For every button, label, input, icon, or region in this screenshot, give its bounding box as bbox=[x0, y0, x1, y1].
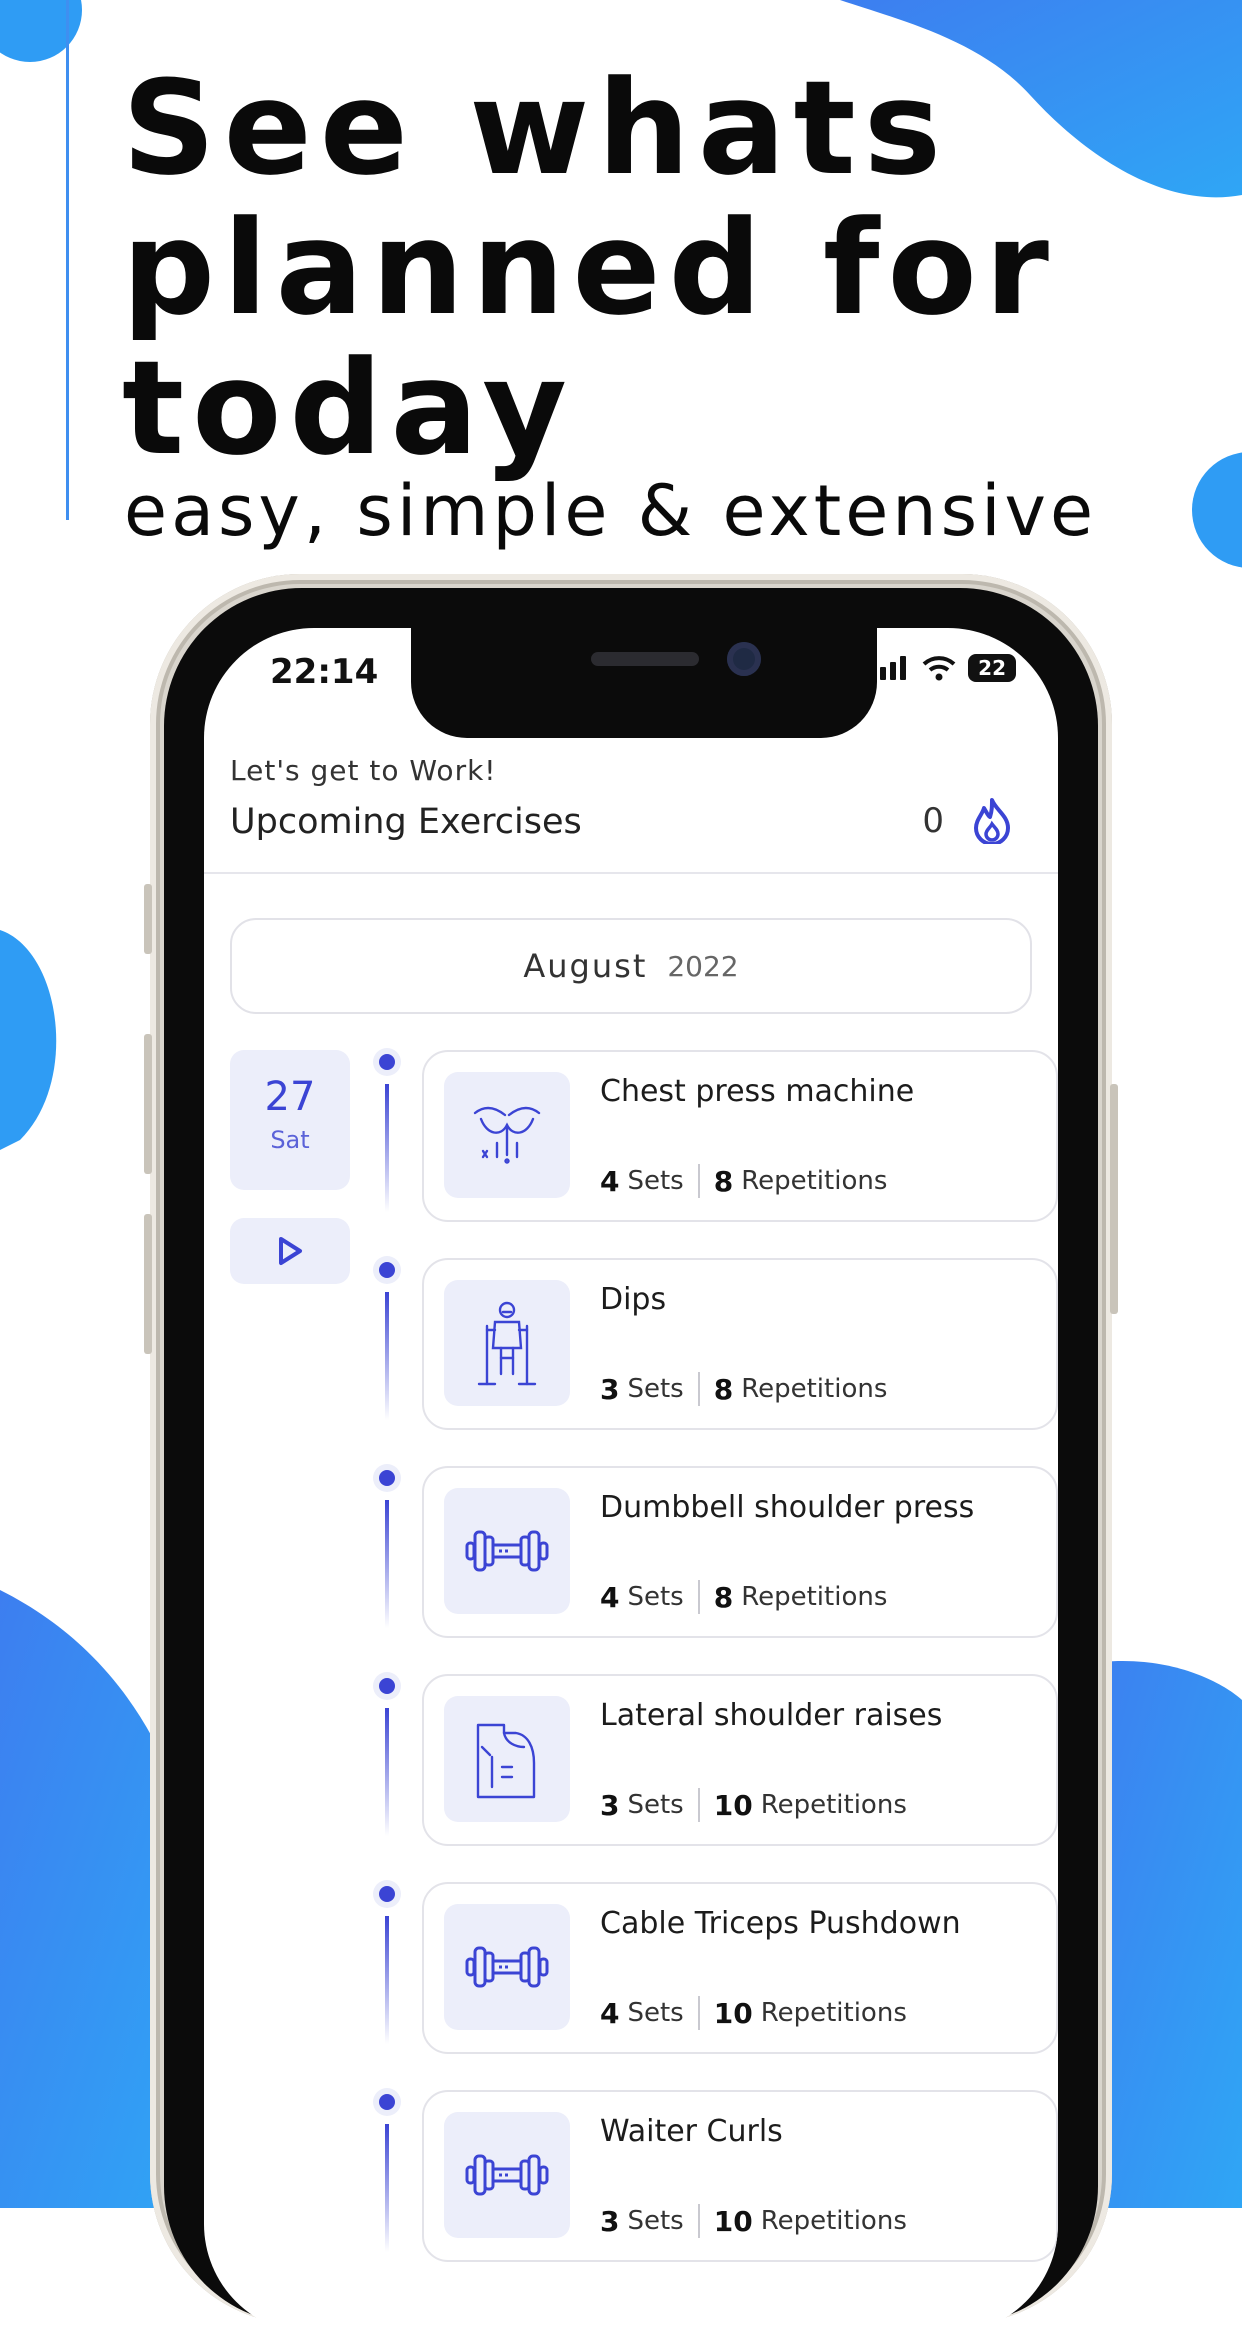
reps-count: 10 bbox=[713, 1996, 753, 2030]
exercise-meta: 4 Sets 10 Repetitions bbox=[600, 1996, 907, 2030]
exercise-thumbnail bbox=[444, 1696, 570, 1822]
exercise-name: Lateral shoulder raises bbox=[600, 1698, 943, 1733]
sets-count: 3 bbox=[600, 1372, 620, 1406]
reps-label: Repetitions bbox=[760, 2206, 907, 2236]
reps-count: 8 bbox=[713, 1580, 734, 1614]
promo-subline: easy, simple & extensive bbox=[124, 470, 1098, 552]
timeline-node-3 bbox=[373, 1464, 401, 1628]
timeline-node-6 bbox=[373, 2088, 401, 2252]
sets-count: 4 bbox=[600, 1996, 620, 2030]
exercise-card[interactable]: Waiter Curls 3 Sets 10 Repetitions bbox=[422, 2090, 1058, 2262]
exercise-card[interactable]: Cable Triceps Pushdown 4 Sets 10 Repetit… bbox=[422, 1882, 1058, 2054]
decorative-line bbox=[66, 0, 69, 520]
reps-count: 8 bbox=[713, 1372, 734, 1406]
meta-separator bbox=[697, 1164, 700, 1198]
exercise-name: Dumbbell shoulder press bbox=[600, 1490, 975, 1525]
promo-headline: See whats planned for today bbox=[122, 58, 1222, 478]
exercise-meta: 4 Sets 8 Repetitions bbox=[600, 1580, 887, 1614]
reps-label: Repetitions bbox=[741, 1166, 888, 1196]
sets-label: Sets bbox=[627, 1166, 684, 1196]
timeline-node-4 bbox=[373, 1672, 401, 1836]
dumbbell-icon bbox=[465, 1946, 549, 1988]
exercise-name: Waiter Curls bbox=[600, 2114, 783, 2149]
headline-line-2: planned for bbox=[122, 192, 1057, 344]
headline-line-3: today bbox=[122, 332, 575, 484]
sets-label: Sets bbox=[627, 1582, 684, 1612]
meta-separator bbox=[697, 1580, 700, 1614]
timeline-node-2 bbox=[373, 1256, 401, 1420]
power-button bbox=[1110, 1084, 1118, 1314]
reps-label: Repetitions bbox=[741, 1582, 888, 1612]
meta-separator bbox=[697, 1788, 700, 1822]
meta-separator bbox=[697, 1372, 700, 1406]
reps-count: 8 bbox=[713, 1164, 734, 1198]
sets-count: 3 bbox=[600, 1788, 620, 1822]
mute-switch bbox=[144, 884, 152, 954]
exercise-meta: 3 Sets 10 Repetitions bbox=[600, 2204, 907, 2238]
chest-muscle-icon bbox=[473, 1106, 541, 1164]
exercise-name: Cable Triceps Pushdown bbox=[600, 1906, 961, 1941]
exercise-name: Chest press machine bbox=[600, 1074, 915, 1109]
dumbbell-icon bbox=[465, 2154, 549, 2196]
exercise-meta: 4 Sets 8 Repetitions bbox=[600, 1164, 887, 1198]
exercise-card[interactable]: Lateral shoulder raises 3 Sets 10 Repeti… bbox=[422, 1674, 1058, 1846]
exercise-meta: 3 Sets 8 Repetitions bbox=[600, 1372, 887, 1406]
sets-label: Sets bbox=[627, 2206, 684, 2236]
reps-count: 10 bbox=[713, 1788, 753, 1822]
volume-down-button bbox=[144, 1214, 152, 1354]
exercise-thumbnail bbox=[444, 1488, 570, 1614]
sets-count: 3 bbox=[600, 2204, 620, 2238]
exercise-card[interactable]: Dips 3 Sets 8 Repetitions bbox=[422, 1258, 1058, 1430]
sets-label: Sets bbox=[627, 1374, 684, 1404]
meta-separator bbox=[697, 1996, 700, 2030]
reps-label: Repetitions bbox=[760, 1790, 907, 1820]
exercise-thumbnail bbox=[444, 1904, 570, 2030]
meta-separator bbox=[697, 2204, 700, 2238]
exercise-name: Dips bbox=[600, 1282, 667, 1317]
volume-up-button bbox=[144, 1034, 152, 1174]
exercise-card[interactable]: Dumbbell shoulder press 4 Sets 8 Repetit… bbox=[422, 1466, 1058, 1638]
sets-count: 4 bbox=[600, 1164, 620, 1198]
exercise-thumbnail bbox=[444, 1072, 570, 1198]
sets-label: Sets bbox=[627, 1790, 684, 1820]
reps-count: 10 bbox=[713, 2204, 753, 2238]
dumbbell-icon bbox=[465, 1530, 549, 1572]
timeline-node-5 bbox=[373, 1880, 401, 2044]
app-screen: 22:14 22 Let's get to Work! Upcoming Exe… bbox=[204, 628, 1058, 2334]
exercise-thumbnail bbox=[444, 1280, 570, 1406]
phone-frame: 22:14 22 Let's get to Work! Upcoming Exe… bbox=[144, 574, 1118, 2334]
headline-line-1: See whats bbox=[122, 52, 950, 204]
sets-count: 4 bbox=[600, 1580, 620, 1614]
shoulder-muscle-icon bbox=[476, 1723, 536, 1799]
exercise-thumbnail bbox=[444, 2112, 570, 2238]
reps-label: Repetitions bbox=[741, 1374, 888, 1404]
exercise-meta: 3 Sets 10 Repetitions bbox=[600, 1788, 907, 1822]
dips-station-icon bbox=[477, 1301, 537, 1386]
sets-label: Sets bbox=[627, 1998, 684, 2028]
reps-label: Repetitions bbox=[760, 1998, 907, 2028]
phone-bezel: 22:14 22 Let's get to Work! Upcoming Exe… bbox=[164, 588, 1098, 2334]
timeline-node-1 bbox=[373, 1048, 401, 1212]
exercise-card[interactable]: Chest press machine 4 Sets 8 Repetitions bbox=[422, 1050, 1058, 1222]
